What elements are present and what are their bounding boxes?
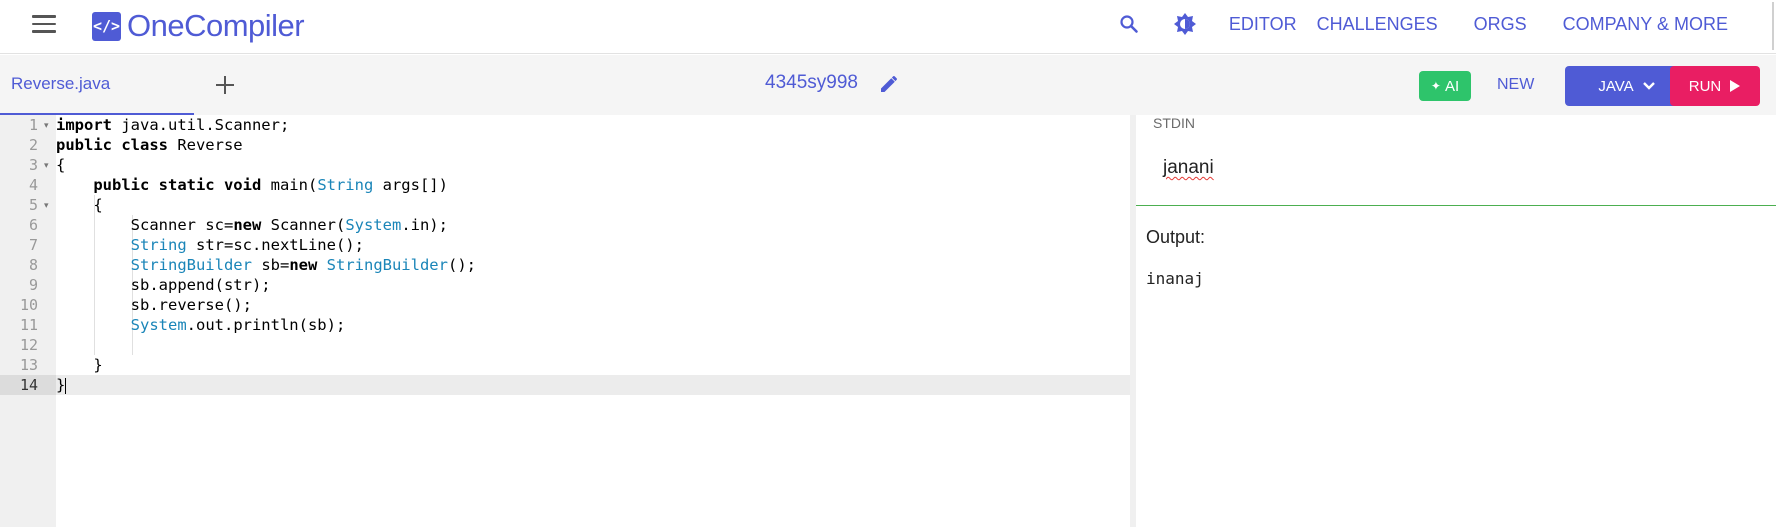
line-number: 11 [19,316,38,334]
output-text: inanaj [1146,269,1204,288]
nav-editor-link[interactable]: EDITOR [1229,14,1297,35]
code-line-active: } [56,375,1130,395]
code-line: { [56,156,66,174]
line-number: 4 [28,176,38,194]
play-icon [1730,80,1741,92]
code-editor[interactable]: 1 2 3 4 5 6 7 8 9 10 11 12 13 14 ▾ ▾ ▾ i… [0,115,1130,527]
nav-divider [1772,2,1774,50]
search-icon[interactable] [1117,12,1141,36]
file-tab[interactable]: Reverse.java [0,55,194,115]
code-line: System.out.println(sb); [130,316,346,334]
code-line: String str=sc.nextLine(); [130,236,364,254]
line-number: 9 [28,276,38,294]
run-button-label: RUN [1688,77,1722,95]
editor-toolbar: Reverse.java 4345sy998 ✦ AI NEW JAVA RUN [0,55,1776,115]
line-number: 7 [28,236,38,254]
code-line: { [56,196,103,214]
code-line: } [56,356,103,374]
sparkle-icon: ✦ [1430,79,1441,93]
line-number: 13 [19,356,38,374]
run-button[interactable]: RUN [1670,66,1760,106]
file-tab-label[interactable]: Reverse.java [11,74,110,94]
theme-toggle-icon[interactable] [1173,12,1197,36]
code-line: Scanner sc=new Scanner(System.in); [56,216,448,234]
nav-company-more-link[interactable]: COMPANY & MORE [1563,14,1728,35]
text-cursor [65,377,67,394]
language-label: JAVA [1598,77,1634,95]
code-line: public class Reverse [56,136,243,154]
output-label: Output: [1146,227,1206,247]
fold-arrow-icon[interactable]: ▾ [44,161,52,170]
add-file-icon[interactable] [213,73,237,97]
line-number: 8 [28,256,38,274]
top-navigation-bar: </> OneCompiler EDITOR CHALLENGES ORGS C… [0,0,1776,54]
line-number-gutter: 1 2 3 4 5 6 7 8 9 10 11 12 13 14 ▾ ▾ ▾ [0,115,56,527]
ai-button[interactable]: ✦ AI [1419,71,1471,101]
pencil-edit-icon[interactable] [878,73,900,95]
new-button[interactable]: NEW [1497,76,1534,94]
fold-arrow-icon[interactable]: ▾ [44,121,52,130]
line-number: 12 [19,336,38,354]
stdin-label: STDIN [1153,115,1195,131]
stdin-input[interactable]: janani [1163,157,1214,179]
logo-text: OneCompiler [127,8,305,43]
line-number: 6 [28,216,38,234]
nav-links: EDITOR CHALLENGES ORGS COMPANY & MORE [1117,0,1776,50]
logo[interactable]: </> OneCompiler [92,6,305,46]
hamburger-menu-icon[interactable] [32,15,56,35]
code-line: import java.util.Scanner; [56,116,290,134]
logo-mark-icon: </> [92,11,121,41]
line-number: 10 [19,296,38,314]
stdin-divider [1136,205,1776,206]
io-panel: STDIN janani Output: inanaj [1136,115,1776,527]
code-text-area[interactable]: import java.util.Scanner; public class R… [56,115,1130,527]
code-id-title[interactable]: 4345sy998 [765,72,858,94]
line-number-active: 14 [0,375,56,395]
chevron-down-icon [1642,82,1655,90]
code-line: sb.reverse(); [56,296,252,314]
nav-orgs-link[interactable]: ORGS [1474,14,1527,35]
code-line: public static void main(String args[]) [93,176,448,194]
code-line: sb.append(str); [56,276,271,294]
ai-button-label: AI [1444,77,1460,95]
fold-arrow-icon[interactable]: ▾ [44,201,52,210]
code-line: StringBuilder sb=new StringBuilder(); [130,256,476,274]
line-number: 2 [28,136,38,154]
nav-challenges-link[interactable]: CHALLENGES [1317,14,1438,35]
